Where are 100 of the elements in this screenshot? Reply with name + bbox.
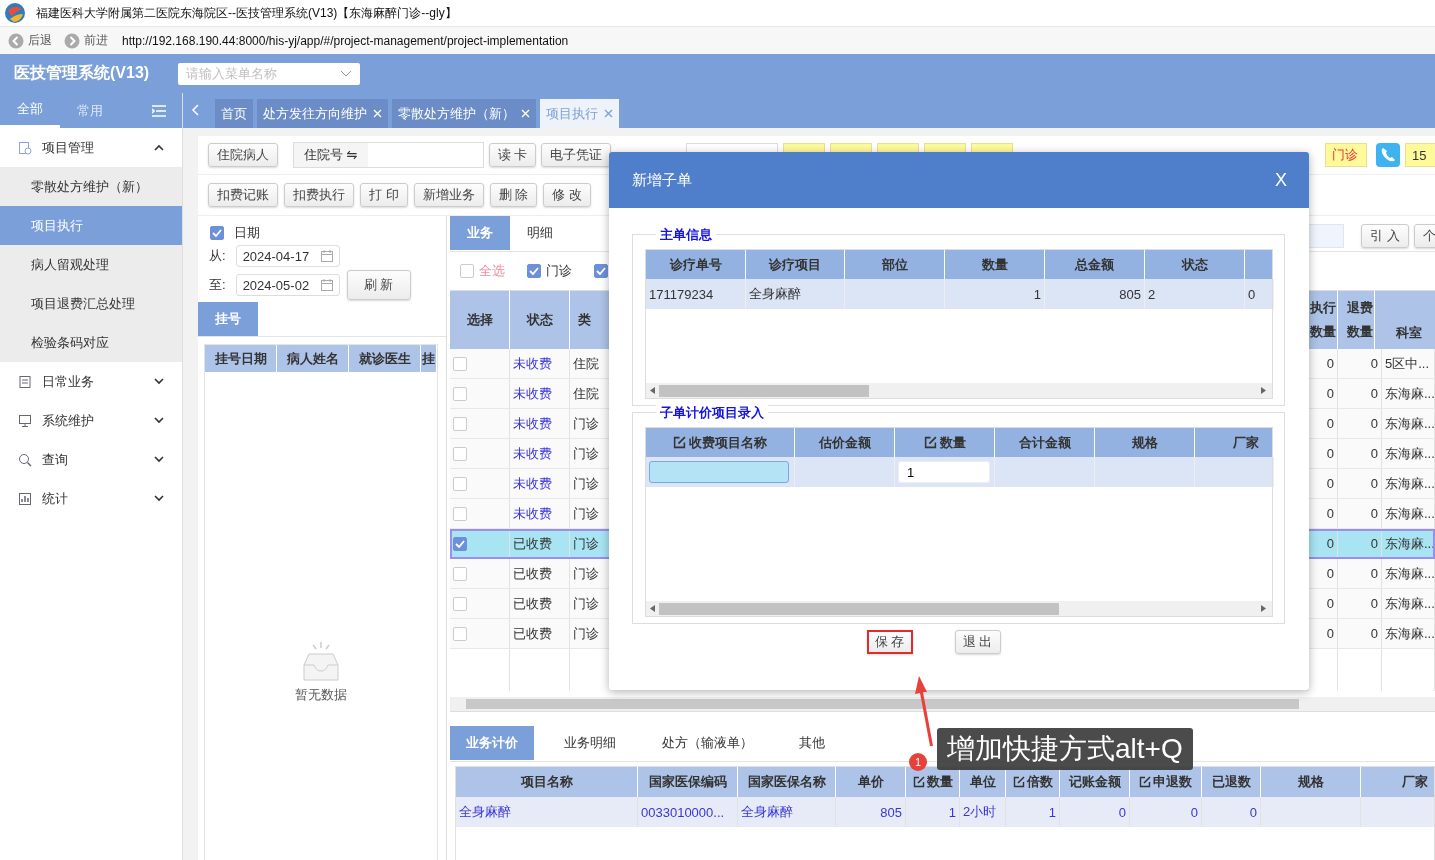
section-title: 子单计价项目录入: [656, 404, 768, 422]
panel-tab[interactable]: 其他: [783, 726, 841, 760]
table-cell: 东海麻...: [1382, 619, 1435, 648]
window-title: 福建医科大学附属第二医院东海院区--医技管理系统(V13)【东海麻醉门诊--gly】: [36, 4, 457, 22]
table-cell: 0: [1338, 589, 1382, 618]
toolbar-button[interactable]: 引 入: [1361, 224, 1409, 248]
checkbox-label: 日期: [234, 224, 260, 242]
chevron-icon[interactable]: [340, 69, 352, 78]
chart-icon: [18, 491, 32, 506]
table-cell: 1: [945, 279, 1045, 309]
table-cell: 0: [1338, 439, 1382, 468]
checkbox[interactable]: [453, 356, 467, 371]
menu-icon[interactable]: [152, 105, 166, 117]
checkbox[interactable]: [453, 416, 467, 431]
annotation-tooltip: 增加快捷方式alt+Q: [937, 728, 1193, 770]
sidebar-subitem[interactable]: 项目退费汇总处理: [0, 284, 182, 323]
url-field[interactable]: http://192.168.190.44:8000/his-yj/app/#/project-management/project-implementation: [122, 33, 569, 48]
phone-icon[interactable]: [1376, 143, 1400, 167]
back-button[interactable]: 后退: [6, 32, 54, 49]
table-cell: 0: [1130, 797, 1202, 827]
section-title: 主单信息: [656, 226, 716, 244]
table-cell: 171179234: [646, 279, 746, 309]
monitor-icon: [18, 413, 32, 428]
toolbar-button[interactable]: 扣费记账: [208, 183, 278, 207]
toolbar-button[interactable]: 扣费执行: [284, 183, 354, 207]
search-icon: [18, 452, 32, 467]
table-cell: 0: [1338, 469, 1382, 498]
forward-button[interactable]: 前进: [62, 32, 110, 49]
checkbox[interactable]: [453, 566, 467, 581]
sidebar-subitem[interactable]: 检验条码对应: [0, 323, 182, 362]
table-cell: 0: [1338, 619, 1382, 648]
toolbar-button[interactable]: 电子凭证: [541, 143, 612, 167]
sidebar-subitem[interactable]: 零散处方维护（新）: [0, 167, 182, 206]
refresh-button[interactable]: 刷 新: [346, 270, 411, 300]
sidebar-subitem[interactable]: 病人留观处理: [0, 245, 182, 284]
sidebar-item[interactable]: 统计: [0, 479, 182, 518]
checkbox[interactable]: [453, 386, 467, 401]
close-button[interactable]: X: [1275, 169, 1287, 191]
table-cell: 东海麻...: [1382, 409, 1435, 438]
forward-icon: [64, 32, 80, 49]
edit-icon: [923, 436, 937, 449]
scrollbar[interactable]: [450, 697, 1435, 711]
scrollbar[interactable]: [646, 383, 1272, 398]
panel-tab[interactable]: 处方（输液单）: [646, 726, 769, 760]
chevron-icon: [154, 144, 164, 151]
sidebar-item[interactable]: 日常业务: [0, 362, 182, 401]
checkbox[interactable]: [210, 226, 224, 240]
checkbox[interactable]: [527, 264, 541, 278]
checkbox-label: 门诊: [546, 262, 572, 280]
table-cell: 0: [1338, 559, 1382, 588]
table-cell: 0: [1245, 279, 1274, 309]
checkbox[interactable]: [453, 536, 467, 551]
close-icon[interactable]: [604, 109, 613, 118]
dialog-button[interactable]: 退 出: [954, 630, 1001, 654]
table-cell: 0: [1202, 797, 1261, 827]
inpatient-number-field[interactable]: 住院号 ⇋: [293, 142, 484, 168]
scroll-left-icon[interactable]: [191, 104, 199, 116]
sidebar-item[interactable]: 项目管理: [0, 128, 182, 167]
table-cell: 东海麻...: [1382, 469, 1435, 498]
dialog-button[interactable]: 保 存: [866, 630, 913, 654]
table-cell: 0: [1338, 379, 1382, 408]
info-field: 门诊: [1325, 143, 1367, 167]
status-cell: 未收费: [510, 499, 570, 528]
toolbar-button[interactable]: 个: [1414, 224, 1435, 248]
checkbox[interactable]: [460, 264, 474, 278]
date-field[interactable]: 2024-05-02: [235, 274, 340, 296]
sidebar-item[interactable]: 查询: [0, 440, 182, 479]
toolbar-button[interactable]: 打 印: [360, 183, 408, 207]
table-cell: 805: [836, 797, 906, 827]
calendar-icon: [320, 279, 333, 291]
checkbox[interactable]: [453, 596, 467, 611]
scrollbar[interactable]: [646, 601, 1272, 616]
quantity-field[interactable]: 1: [898, 461, 990, 483]
column-header: 挂号日期: [205, 345, 277, 372]
sidebar-item[interactable]: 系统维护: [0, 401, 182, 440]
toolbar-button[interactable]: 删 除: [489, 183, 538, 207]
table-cell: 全身麻醉: [738, 797, 836, 827]
table-cell: 2: [1145, 279, 1245, 309]
checkbox[interactable]: [594, 264, 608, 278]
panel-tab[interactable]: 明细: [510, 216, 570, 250]
toolbar-button[interactable]: 读 卡: [488, 143, 537, 167]
table-cell: 东海麻...: [1382, 529, 1435, 558]
checkbox[interactable]: [453, 446, 467, 461]
checkbox[interactable]: [453, 626, 467, 641]
app-logo-icon: [4, 2, 26, 24]
menu-search-field[interactable]: 请输入菜单名称: [178, 62, 360, 85]
input-field[interactable]: [649, 461, 789, 483]
edit-icon: [1012, 776, 1025, 788]
table-cell: 全身麻醉: [456, 797, 638, 827]
panel-tab[interactable]: 业务明细: [548, 726, 632, 760]
checkbox[interactable]: [453, 476, 467, 491]
column-header: 科室: [1395, 324, 1422, 342]
toolbar-button[interactable]: 修 改: [543, 183, 591, 207]
status-cell: 未收费: [510, 409, 570, 438]
toolbar-button[interactable]: 住院病人: [208, 143, 278, 167]
checkbox[interactable]: [453, 506, 467, 521]
toolbar-button[interactable]: 新增业务: [413, 183, 484, 207]
status-cell: 未收费: [510, 439, 570, 468]
date-field[interactable]: 2024-04-17: [235, 245, 340, 267]
table-cell: 0: [1338, 409, 1382, 438]
